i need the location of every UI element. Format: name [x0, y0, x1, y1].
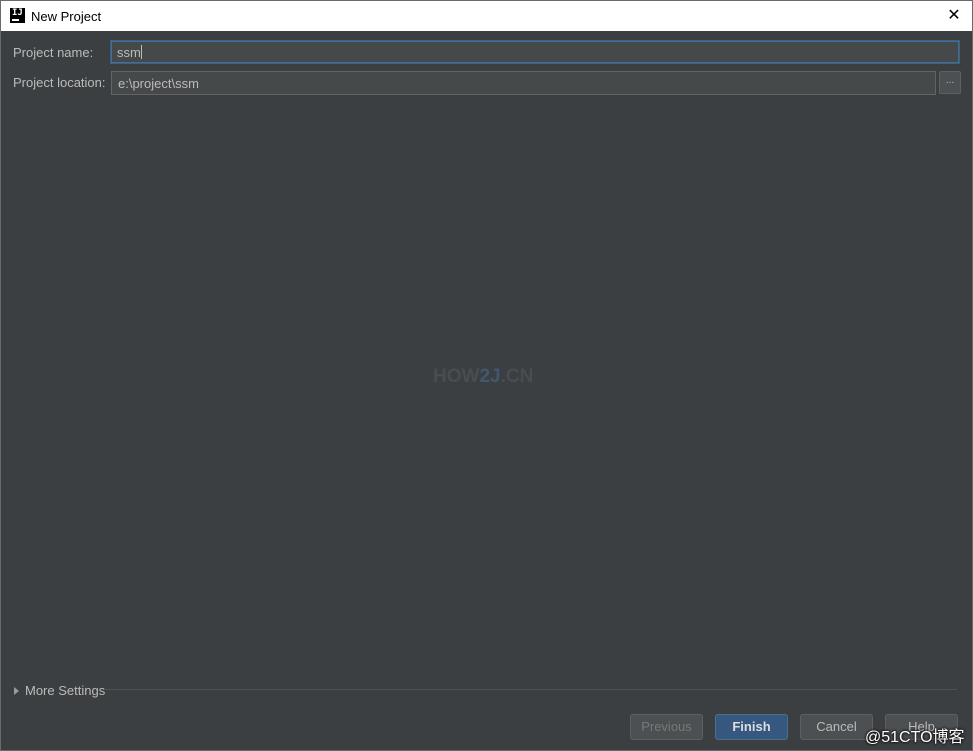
previous-button[interactable]: Previous — [630, 714, 703, 740]
app-icon-letters: IJ — [12, 8, 23, 18]
triangle-right-icon — [14, 687, 19, 695]
watermark-part-3: .CN — [500, 366, 534, 387]
watermark: HOW2J.CN — [433, 366, 533, 388]
site-watermark-overlay: @51CTO博客 — [865, 729, 965, 746]
watermark-part-2: 2J — [479, 366, 501, 387]
cancel-button[interactable]: Cancel — [800, 714, 873, 740]
close-icon[interactable]: ✕ — [944, 6, 964, 26]
finish-button[interactable]: Finish — [715, 714, 788, 740]
title-bar: IJ New Project ✕ — [1, 1, 972, 31]
window-title: New Project — [31, 9, 102, 24]
new-project-dialog: IJ New Project ✕ Project name: ssm Proje… — [0, 0, 973, 751]
project-name-label: Project name: — [13, 45, 94, 60]
more-settings-label: More Settings — [25, 683, 106, 698]
project-location-value: e:\project\ssm — [118, 76, 199, 91]
project-name-value: ssm — [117, 45, 141, 60]
project-name-input[interactable]: ssm — [110, 40, 960, 64]
intellij-app-icon: IJ — [10, 8, 25, 23]
project-location-label: Project location: — [13, 75, 106, 90]
watermark-part-1: HOW — [433, 366, 480, 387]
project-location-input[interactable]: e:\project\ssm — [111, 71, 936, 95]
app-icon-underline — [12, 19, 19, 21]
browse-location-button[interactable]: ... — [939, 71, 961, 94]
text-caret — [140, 45, 142, 59]
more-settings-separator — [104, 689, 957, 690]
